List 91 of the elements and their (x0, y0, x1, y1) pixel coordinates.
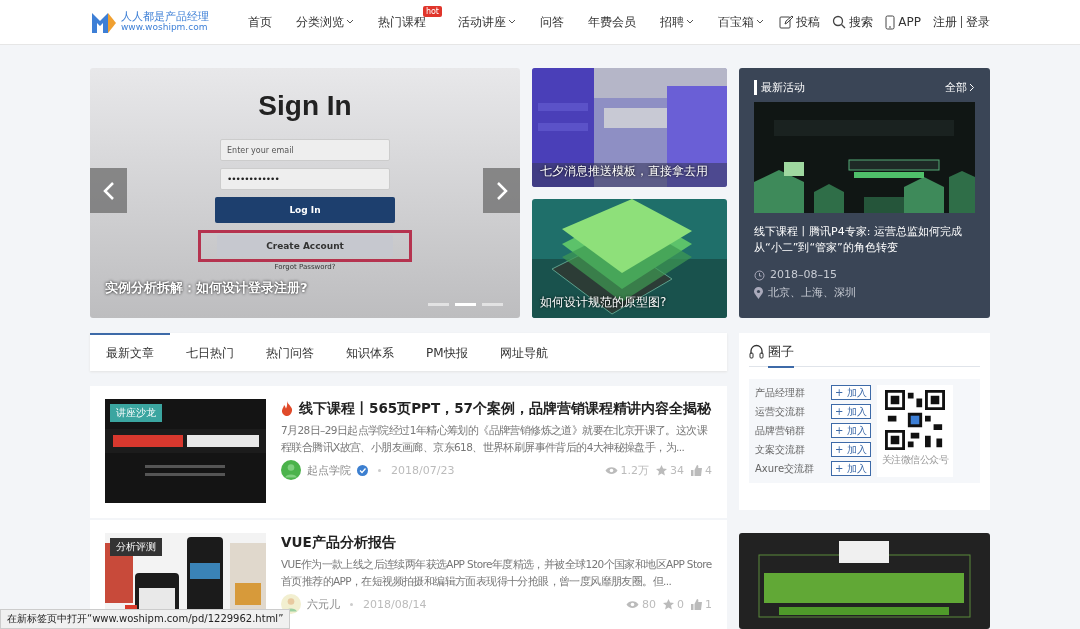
mockup-password-field: •••••••••••• (220, 168, 390, 190)
flame-icon (281, 400, 293, 416)
tab[interactable]: 最新文章 (90, 333, 170, 371)
qr-code (884, 390, 945, 450)
author-name[interactable]: 六元儿 (307, 596, 340, 612)
publish-date: 2018/08/14 (363, 597, 427, 611)
next-button[interactable] (483, 168, 520, 213)
nav-link[interactable]: 招聘 (660, 13, 694, 31)
hot-badge: hot (422, 5, 442, 17)
article-excerpt: 7月28日–29日起点学院经过1年精心筹划的《品牌营销修炼之道》就要在北京开课了。这次课程联合腾讯X故宫、小朋友画廊、京东618、世界杯刷屏事件背后的4大神秘操盘手，为... (281, 423, 709, 455)
edit-icon (779, 15, 794, 29)
group-name: 产品经理群 (755, 385, 806, 400)
like-count: 4 (705, 463, 712, 477)
previous-button[interactable] (90, 168, 127, 213)
tab[interactable]: 网址导航 (483, 333, 564, 371)
header-link[interactable]: APP (885, 14, 921, 30)
event-headline[interactable]: 线下课程丨腾讯P4专家: 运营总监如何完成从“小二”到“管家”的角色转变 (754, 224, 975, 256)
view-count: 1.2万 (620, 462, 649, 478)
event-location: 北京、上海、深圳 (768, 285, 856, 301)
thumbs-up-icon (691, 598, 702, 610)
group-name: 品牌营销群 (755, 423, 806, 438)
nav-link[interactable]: 年费会员 (588, 13, 636, 31)
join-button[interactable]: + 加入 (831, 423, 871, 438)
carousel-indicator[interactable] (428, 303, 449, 306)
chevron-down-icon (346, 19, 354, 25)
panel-title: 圈子 (768, 343, 794, 368)
nav-link[interactable]: 首页 (248, 13, 272, 31)
like-count: 1 (705, 597, 712, 611)
author-name[interactable]: 起点学院 (307, 462, 351, 478)
carousel-indicator[interactable] (455, 303, 476, 306)
clock-icon (754, 269, 765, 281)
article-title[interactable]: VUE产品分析报告 (281, 533, 396, 551)
headphones-icon (749, 344, 764, 359)
carousel-indicator[interactable] (482, 303, 503, 306)
nav-link[interactable]: 百宝箱 (718, 13, 764, 31)
article-excerpt: VUE作为一款上线之后连续两年获选APP Store年度精选，并被全球120个国家和地区APP Store 首页推荐的APP，在短视频拍摄和编辑方面表现得十分抢眼，曾一度风靡朋友圈。但... (281, 557, 712, 589)
favorite-count: 34 (670, 463, 684, 477)
tab[interactable]: 热门问答 (250, 333, 330, 371)
join-button[interactable]: + 加入 (831, 404, 871, 419)
mockup-email-field: Enter your email (220, 139, 390, 161)
verified-icon (357, 464, 368, 476)
card-caption: 如何设计规范的原型图? (540, 294, 667, 311)
header-link[interactable]: 投稿 (779, 13, 821, 31)
event-date: 2018–08–15 (770, 267, 837, 283)
view-count: 80 (642, 597, 656, 611)
chevron-down-icon (686, 19, 694, 25)
nav-link[interactable]: 问答 (540, 13, 564, 31)
group-name: 运营交流群 (755, 404, 806, 419)
tab[interactable]: 七日热门 (170, 333, 250, 371)
chevron-right-icon (495, 181, 508, 200)
favorite-count: 0 (677, 597, 684, 611)
view-all-link[interactable]: 全部 (945, 80, 975, 95)
feature-card[interactable]: 七夕消息推送模板，直接拿去用 (532, 68, 727, 187)
publish-date: 2018/07/23 (391, 463, 455, 477)
chevron-down-icon (756, 19, 764, 25)
mockup-title: Sign In (258, 90, 352, 122)
tab[interactable]: PM快报 (410, 333, 484, 371)
chevron-left-icon (102, 181, 115, 200)
panel-title: 最新活动 (754, 80, 805, 95)
header-link[interactable]: 搜索 (832, 13, 874, 31)
link-status-tooltip: 在新标签页中打开“www.woshipm.com/pd/1229962.html” (0, 609, 291, 629)
login-link[interactable]: 登录 (966, 13, 990, 31)
chevron-down-icon (508, 19, 516, 25)
group-name: Axure交流群 (755, 461, 816, 476)
thumbs-up-icon (691, 464, 702, 476)
article-title[interactable]: 线下课程丨565页PPT，57个案例，品牌营销课程精讲内容全揭秘 (299, 399, 711, 417)
tab[interactable]: 知识体系 (330, 333, 410, 371)
star-icon (656, 464, 667, 476)
category-tag[interactable]: 分析评测 (110, 538, 162, 556)
location-pin-icon (754, 287, 763, 299)
star-icon (663, 598, 674, 610)
nav-link[interactable]: 活动讲座 (458, 13, 516, 31)
eye-icon (626, 599, 639, 609)
eye-icon (604, 465, 618, 475)
chevron-right-icon (969, 83, 975, 92)
qr-caption: 关注微信公众号 (881, 453, 949, 467)
nav-link[interactable]: 分类浏览 (296, 13, 354, 31)
search-icon (832, 15, 847, 29)
card-caption: 七夕消息推送模板，直接拿去用 (540, 163, 708, 180)
phone-icon (885, 14, 896, 30)
mockup-login-button: Log In (215, 197, 395, 223)
join-button[interactable]: + 加入 (831, 461, 871, 476)
logo-name[interactable]: 人人都是产品经理 (121, 11, 209, 24)
join-button[interactable]: + 加入 (831, 385, 871, 400)
avatar (281, 460, 301, 480)
group-name: 文案交流群 (755, 442, 806, 457)
mockup-create-button: Create Account (217, 235, 393, 257)
join-button[interactable]: + 加入 (831, 442, 871, 457)
feature-card[interactable]: 如何设计规范的原型图? (532, 199, 727, 318)
register-link[interactable]: 注册 (933, 13, 957, 31)
logo-url: www.woshipm.com (121, 23, 209, 33)
